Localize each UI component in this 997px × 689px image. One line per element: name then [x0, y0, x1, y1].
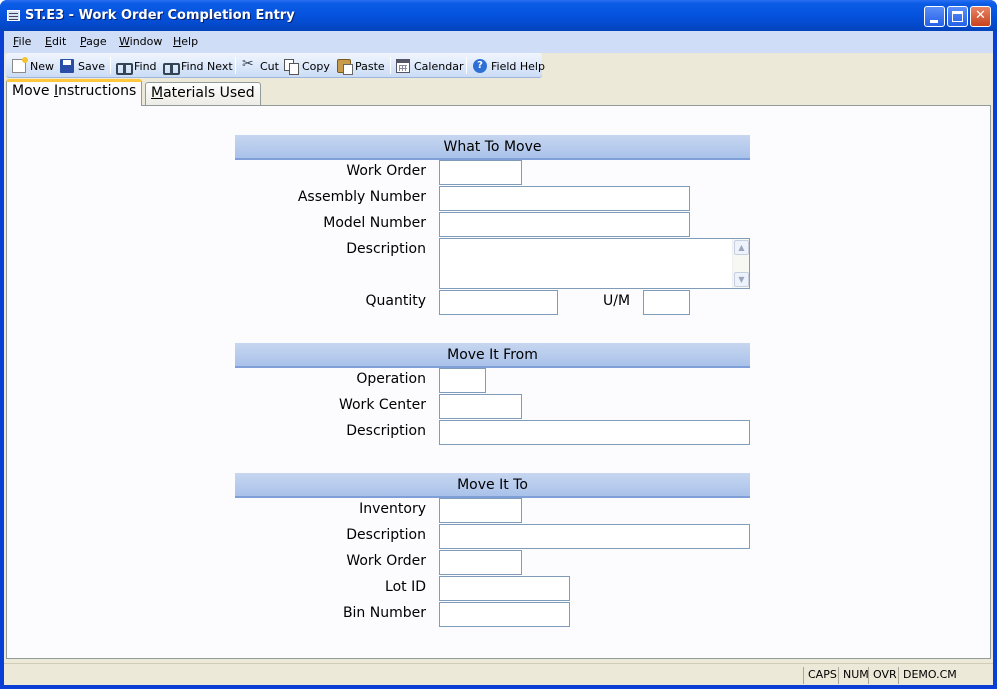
- description-textarea[interactable]: ▲ ▼: [439, 238, 750, 289]
- client-area: File Edit Page Window Help New Save Find: [4, 31, 993, 685]
- bin-number-label: Bin Number: [342, 605, 426, 621]
- tab-label-part: aterials Used: [163, 85, 255, 101]
- work-center-label: Work Center: [338, 397, 426, 413]
- to-work-order-field[interactable]: [439, 550, 522, 575]
- tab-move-instructions[interactable]: Move Instructions: [6, 79, 143, 106]
- status-account: DEMO.CM: [898, 667, 957, 684]
- cut-label: Cut: [260, 59, 279, 73]
- copy-button[interactable]: Copy: [284, 58, 330, 75]
- toolbar-separator: [466, 57, 467, 74]
- new-icon: [12, 57, 28, 73]
- tab-accelerator: M: [151, 85, 164, 101]
- new-button[interactable]: New: [12, 57, 54, 74]
- help-icon: ?: [473, 59, 487, 73]
- cut-icon: [242, 56, 256, 73]
- description-scrollbar[interactable]: ▲ ▼: [732, 239, 749, 288]
- model-number-label: Model Number: [323, 215, 426, 231]
- paste-label: Paste: [355, 59, 385, 73]
- description-label: Description: [346, 241, 426, 257]
- new-label: New: [30, 59, 54, 73]
- close-icon: ✕: [975, 8, 986, 23]
- field-help-button[interactable]: ? Field Help: [473, 58, 545, 74]
- app-window: ST.E3 - Work Order Completion Entry ✕ Fi…: [0, 0, 997, 689]
- operation-field[interactable]: [439, 368, 486, 393]
- work-order-field[interactable]: [439, 160, 522, 185]
- calendar-icon: [396, 59, 410, 73]
- status-num: NUM: [838, 667, 869, 684]
- find-next-button[interactable]: Find Next: [163, 58, 233, 75]
- um-label: U/M: [603, 293, 631, 309]
- find-next-icon: [163, 59, 180, 75]
- cut-button[interactable]: Cut: [242, 56, 279, 74]
- find-icon: [116, 59, 133, 75]
- bin-number-field[interactable]: [439, 602, 570, 627]
- toolbar: New Save Find Find Next Cut Cop: [6, 53, 545, 78]
- minimize-button[interactable]: [924, 6, 945, 27]
- save-icon: [60, 59, 74, 73]
- section-what-to-move: What To Move: [235, 135, 750, 160]
- maximize-button[interactable]: [947, 6, 968, 27]
- inventory-field[interactable]: [439, 498, 522, 523]
- lot-id-label: Lot ID: [385, 579, 426, 595]
- toolbar-separator: [110, 57, 111, 74]
- toolbar-separator: [390, 57, 391, 74]
- menu-edit[interactable]: Edit: [45, 35, 66, 48]
- quantity-field[interactable]: [439, 290, 558, 315]
- maximize-icon: [952, 11, 963, 22]
- find-label: Find: [134, 59, 157, 73]
- from-description-label: Description: [346, 423, 426, 439]
- calendar-label: Calendar: [414, 59, 464, 73]
- model-number-field[interactable]: [439, 212, 690, 237]
- status-ovr: OVR: [868, 667, 897, 684]
- menu-help[interactable]: Help: [173, 35, 198, 48]
- app-icon[interactable]: [7, 10, 20, 21]
- find-button[interactable]: Find: [116, 58, 157, 75]
- operation-label: Operation: [356, 371, 426, 387]
- to-description-field[interactable]: [439, 524, 750, 549]
- title-bar[interactable]: ST.E3 - Work Order Completion Entry ✕: [0, 0, 997, 31]
- to-description-label: Description: [346, 527, 426, 543]
- section-move-it-from: Move It From: [235, 343, 750, 368]
- field-help-label: Field Help: [491, 59, 545, 73]
- menu-bar: File Edit Page Window Help: [4, 31, 993, 53]
- tab-label-part: nstructions: [58, 83, 137, 99]
- status-caps: CAPS: [803, 667, 837, 684]
- quantity-label: Quantity: [365, 293, 427, 309]
- work-center-field[interactable]: [439, 394, 522, 419]
- copy-label: Copy: [302, 59, 330, 73]
- paste-icon: [337, 59, 353, 75]
- window-title: ST.E3 - Work Order Completion Entry: [25, 8, 295, 23]
- save-label: Save: [78, 59, 106, 73]
- move-instructions-panel: What To Move Work Order Assembly Number …: [6, 105, 991, 659]
- from-description-field[interactable]: [439, 420, 750, 445]
- status-bar: CAPS NUM OVR DEMO.CM: [4, 663, 993, 685]
- assembly-number-field[interactable]: [439, 186, 690, 211]
- work-order-label: Work Order: [346, 163, 426, 179]
- calendar-button[interactable]: Calendar: [396, 58, 463, 74]
- scroll-up-icon[interactable]: ▲: [734, 240, 749, 255]
- tab-materials-used[interactable]: Materials Used: [145, 82, 261, 106]
- menu-window[interactable]: Window: [119, 35, 162, 48]
- paste-button[interactable]: Paste: [337, 58, 385, 75]
- lot-id-field[interactable]: [439, 576, 570, 601]
- to-work-order-label: Work Order: [346, 553, 426, 569]
- tab-strip: Move Instructions Materials Used: [4, 78, 993, 106]
- save-button[interactable]: Save: [60, 58, 105, 74]
- tab-label-part: Move: [12, 83, 54, 99]
- menu-file[interactable]: File: [13, 35, 31, 48]
- toolbar-separator: [235, 57, 236, 74]
- inventory-label: Inventory: [359, 501, 426, 517]
- minimize-icon: [930, 20, 938, 23]
- menu-page[interactable]: Page: [80, 35, 107, 48]
- assembly-number-label: Assembly Number: [297, 189, 426, 205]
- scroll-down-icon[interactable]: ▼: [734, 272, 749, 287]
- um-field[interactable]: [643, 290, 690, 315]
- section-move-it-to: Move It To: [235, 473, 750, 498]
- copy-icon: [284, 59, 299, 75]
- close-button[interactable]: ✕: [970, 6, 991, 27]
- find-next-label: Find Next: [181, 59, 233, 73]
